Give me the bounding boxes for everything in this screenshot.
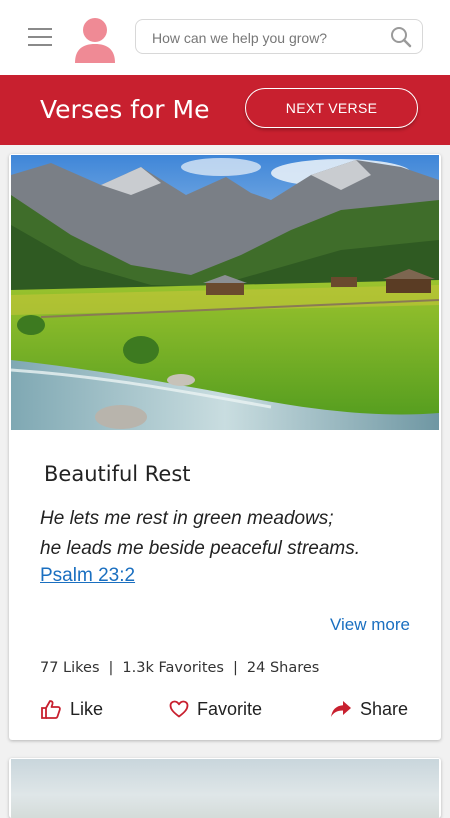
search-input[interactable]: [150, 26, 379, 50]
favorites-count: 1.3k Favorites: [122, 660, 224, 676]
share-arrow-icon: [331, 701, 351, 717]
thumbs-up-icon: [41, 700, 61, 719]
card-actions: Like Favorite Share: [9, 694, 441, 724]
shares-count: 24 Shares: [246, 660, 320, 676]
heart-icon: [169, 700, 189, 718]
verse-reference-link[interactable]: Psalm 23:2: [40, 565, 135, 587]
like-label: Like: [70, 698, 104, 719]
like-button[interactable]: Like: [40, 694, 103, 724]
verse-image: [11, 759, 439, 818]
share-button[interactable]: Share: [330, 694, 408, 724]
search-bar: [135, 19, 423, 54]
card-stats: 77 Likes | 1.3k Favorites | 24 Shares: [40, 660, 319, 676]
next-verse-button[interactable]: NEXT VERSE: [245, 88, 418, 128]
verse-image: [11, 155, 439, 430]
next-verse-card: [9, 758, 441, 818]
favorite-button[interactable]: Favorite: [169, 694, 262, 724]
share-label: Share: [360, 698, 409, 719]
verse-line: He lets me rest in green meadows;: [40, 508, 334, 529]
stats-separator: |: [108, 660, 114, 676]
likes-count: 77 Likes: [40, 660, 100, 676]
verse-card: Beautiful Rest He lets me rest in green …: [9, 154, 441, 740]
avatar-icon[interactable]: [73, 17, 117, 63]
page-title: Verses for Me: [40, 95, 210, 124]
favorite-label: Favorite: [197, 698, 263, 719]
verse-title: Beautiful Rest: [44, 462, 191, 486]
stats-separator: |: [233, 660, 238, 676]
menu-icon[interactable]: [28, 28, 52, 46]
verse-line: he leads me beside peaceful streams.: [40, 538, 361, 559]
top-bar: [0, 0, 450, 75]
search-icon[interactable]: [390, 26, 412, 48]
view-more-link[interactable]: View more: [330, 615, 410, 635]
header-banner: Verses for Me NEXT VERSE: [0, 75, 450, 145]
verse-text: He lets me rest in green meadows; he lea…: [40, 504, 420, 564]
